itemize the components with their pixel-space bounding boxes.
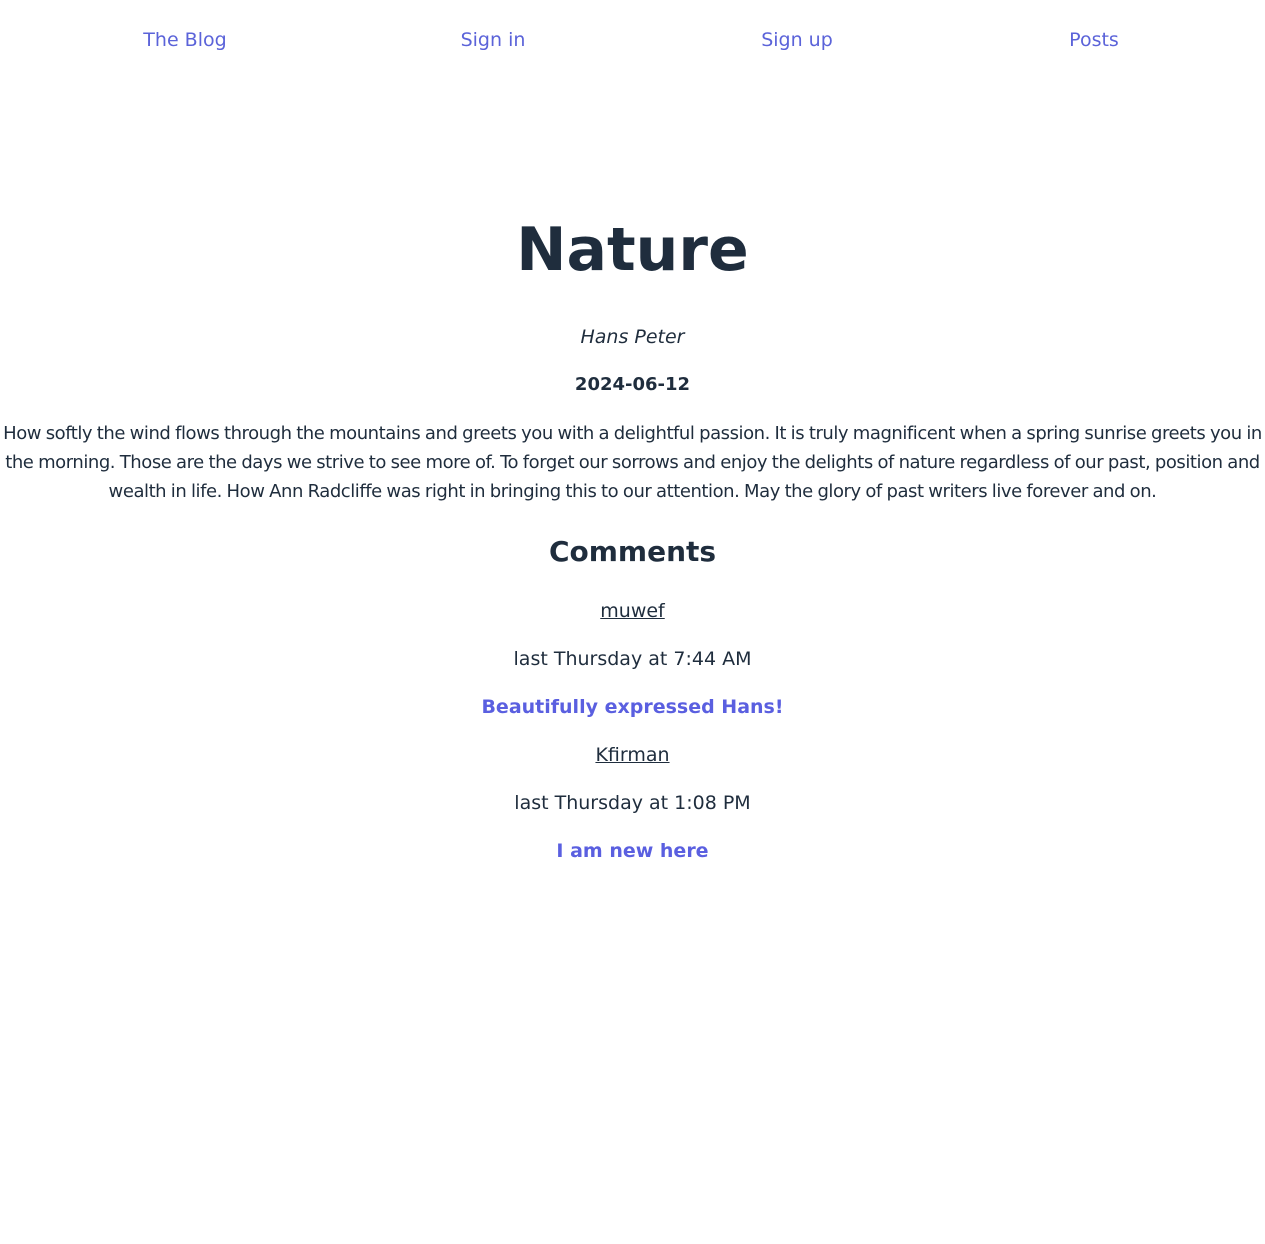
post-date: 2024-06-12 <box>574 374 691 395</box>
post-title: Nature <box>516 215 749 285</box>
nav-brand-link[interactable]: The Blog <box>143 26 226 54</box>
post-body: How softly the wind flows through the mo… <box>3 423 1262 502</box>
nav-posts-link[interactable]: Posts <box>1069 26 1119 54</box>
comment-author: muwef <box>0 598 1265 624</box>
nav-sign-in-link[interactable]: Sign in <box>461 26 526 54</box>
comment-timestamp: last Thursday at 7:44 AM <box>513 648 752 670</box>
comment-author-link[interactable]: muwef <box>600 600 664 622</box>
comment-author-link[interactable]: Kfirman <box>595 744 669 766</box>
comments-heading: Comments <box>548 535 717 568</box>
top-navigation: The Blog Sign in Sign up Posts <box>0 26 1265 54</box>
comment-text: I am new here <box>556 840 709 862</box>
post-author: Hans Peter <box>580 326 685 348</box>
comment-author: Kfirman <box>0 742 1265 768</box>
comment-text: Beautifully expressed Hans! <box>481 696 784 718</box>
comment-timestamp: last Thursday at 1:08 PM <box>514 792 751 814</box>
nav-sign-up-link[interactable]: Sign up <box>761 26 833 54</box>
